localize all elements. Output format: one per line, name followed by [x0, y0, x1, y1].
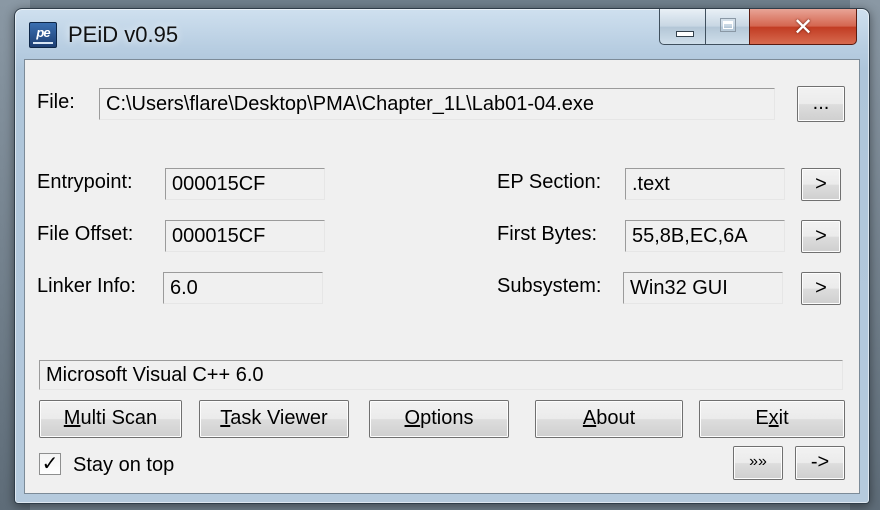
stay-on-top-checkbox[interactable]: ✓: [39, 453, 61, 475]
file-label: File:: [37, 91, 75, 113]
exit-label-pre: E: [755, 407, 769, 429]
close-icon: ✕: [792, 13, 814, 41]
entrypoint-field[interactable]: 000015CF: [165, 168, 325, 200]
exit-button[interactable]: Exit: [699, 400, 845, 438]
stay-on-top-label[interactable]: Stay on top: [73, 454, 174, 477]
options-accel: O: [404, 407, 421, 429]
minimize-icon: [676, 31, 694, 37]
linker-info-field[interactable]: 6.0: [163, 272, 323, 304]
task-viewer-button[interactable]: Task Viewer: [199, 400, 349, 438]
about-accel: A: [582, 407, 597, 429]
peid-window: pe PEiD v0.95 ✕ File: C:\Users\flare\Des…: [14, 8, 870, 504]
about-button[interactable]: About: [535, 400, 683, 438]
multi-scan-label: ulti Scan: [80, 407, 158, 429]
options-label: ptions: [420, 407, 474, 429]
maximize-icon: [720, 18, 736, 32]
ep-section-button[interactable]: >: [801, 168, 841, 201]
ep-section-field[interactable]: .text: [625, 168, 785, 200]
task-viewer-accel: T: [220, 407, 231, 429]
multi-scan-button[interactable]: Multi Scan: [39, 400, 182, 438]
first-bytes-button[interactable]: >: [801, 220, 841, 253]
first-bytes-field[interactable]: 55,8B,EC,6A: [625, 220, 785, 252]
maximize-button[interactable]: [705, 9, 750, 45]
detection-result-field[interactable]: Microsoft Visual C++ 6.0: [39, 360, 843, 390]
file-path-field[interactable]: C:\Users\flare\Desktop\PMA\Chapter_1L\La…: [99, 88, 775, 120]
peid-app-icon[interactable]: pe: [29, 22, 57, 48]
window-title: PEiD v0.95: [68, 22, 179, 47]
entrypoint-label: Entrypoint:: [37, 171, 133, 193]
exit-label: it: [778, 407, 789, 429]
subsystem-field[interactable]: Win32 GUI: [623, 272, 783, 304]
linker-info-label: Linker Info:: [37, 275, 136, 297]
client-area: File: C:\Users\flare\Desktop\PMA\Chapter…: [24, 59, 860, 494]
subsystem-button[interactable]: >: [801, 272, 841, 305]
title-bar[interactable]: pe PEiD v0.95 ✕: [15, 9, 869, 59]
stay-on-top-accel: S: [73, 454, 87, 476]
arrow-button[interactable]: ->: [795, 446, 845, 480]
browse-button[interactable]: ...: [797, 86, 845, 122]
minimize-button[interactable]: [659, 9, 706, 45]
extra-info-button[interactable]: »»: [733, 446, 783, 480]
close-button[interactable]: ✕: [749, 9, 857, 45]
multi-scan-accel: M: [63, 407, 81, 429]
exit-accel: x: [768, 407, 779, 429]
subsystem-label: Subsystem:: [497, 275, 602, 297]
file-offset-field[interactable]: 000015CF: [165, 220, 325, 252]
options-button[interactable]: Options: [369, 400, 509, 438]
first-bytes-label: First Bytes:: [497, 223, 598, 245]
task-viewer-label: ask Viewer: [230, 407, 328, 429]
ep-section-label: EP Section:: [497, 171, 602, 193]
caption-buttons: ✕: [659, 9, 859, 49]
stay-on-top-text: tay on top: [86, 454, 175, 476]
about-label: bout: [596, 407, 636, 429]
file-offset-label: File Offset:: [37, 223, 134, 245]
